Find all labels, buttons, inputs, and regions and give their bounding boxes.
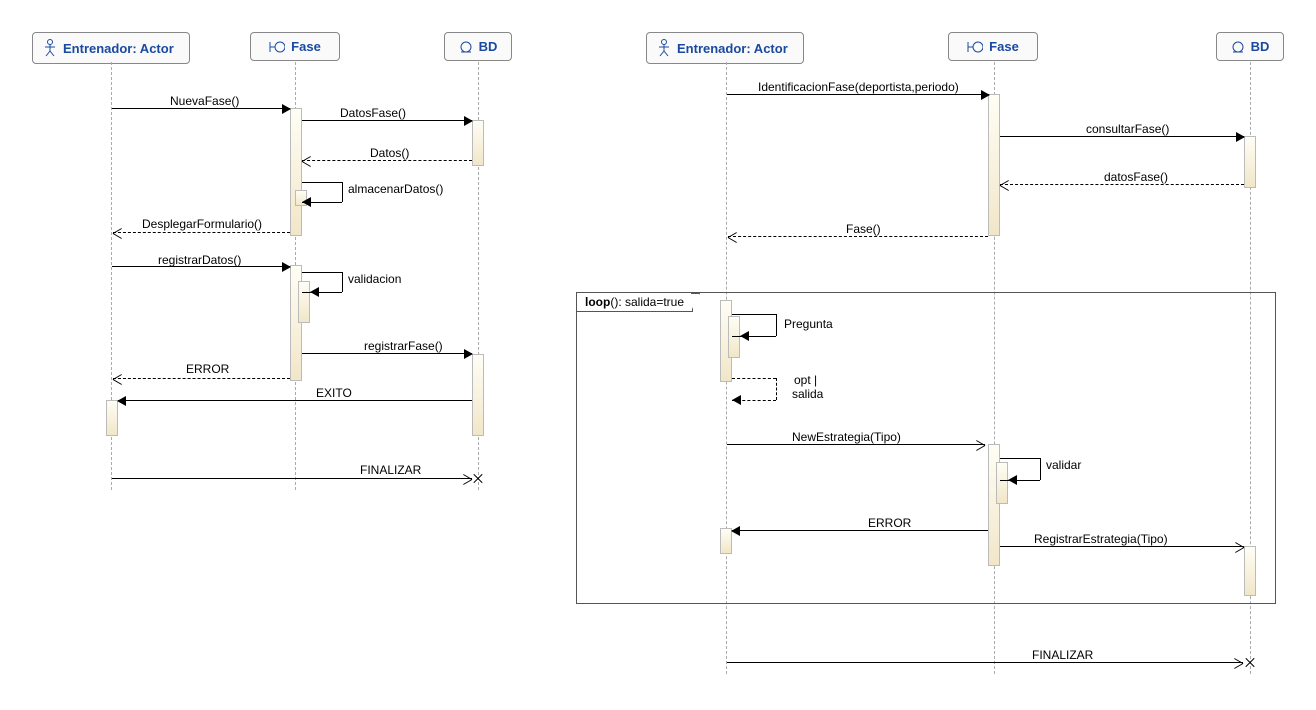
msg-label: DesplegarFormulario() (142, 217, 262, 231)
diagram-canvas: Entrenador: Actor Fase BD NuevaFase() Da… (0, 0, 1316, 710)
msg-arrow (727, 662, 1243, 663)
msg-arrow (118, 400, 472, 401)
fragment-loop: loop(): salida=true (576, 292, 1276, 604)
activation-bar (472, 354, 484, 436)
fragment-keyword: loop (585, 295, 610, 309)
self-message (302, 272, 342, 292)
msg-label: opt | (794, 373, 817, 387)
left-bd-label: BD (479, 39, 498, 54)
boundary-icon (269, 40, 285, 54)
actor-icon (43, 39, 57, 57)
msg-label: ERROR (186, 362, 229, 376)
activation-bar (290, 108, 302, 236)
activation-bar (1244, 136, 1256, 188)
actor-icon (657, 39, 671, 57)
msg-label: ERROR (868, 516, 911, 530)
right-boundary-fase: Fase (948, 32, 1038, 61)
msg-arrow (727, 444, 985, 445)
activation-bar (988, 94, 1000, 236)
msg-arrow (112, 478, 472, 479)
msg-arrow (728, 236, 988, 237)
left-entity-bd: BD (444, 32, 512, 61)
activation-bar (472, 120, 484, 166)
msg-label: FINALIZAR (360, 463, 421, 477)
right-actor-entrenador: Entrenador: Actor (646, 32, 804, 64)
destroy-cross (472, 472, 484, 484)
msg-arrow (302, 160, 472, 161)
msg-label: Datos() (370, 146, 409, 160)
destroy-cross (1244, 656, 1256, 668)
self-message (732, 378, 776, 400)
msg-label: NuevaFase() (170, 94, 239, 108)
right-entity-bd: BD (1216, 32, 1284, 61)
msg-arrow (113, 378, 290, 379)
msg-label: DatosFase() (340, 106, 406, 120)
msg-arrow (1000, 136, 1244, 137)
fragment-tag: loop(): salida=true (576, 292, 693, 312)
msg-label: validacion (348, 272, 401, 286)
msg-label: consultarFase() (1086, 122, 1169, 136)
msg-label: validar (1046, 458, 1081, 472)
left-actor-entrenador: Entrenador: Actor (32, 32, 190, 64)
msg-label: almacenarDatos() (348, 182, 443, 196)
msg-label: salida (792, 387, 823, 401)
right-fase-label: Fase (989, 39, 1019, 54)
msg-label: Fase() (846, 222, 881, 236)
msg-arrow (302, 120, 472, 121)
msg-arrow (727, 94, 989, 95)
msg-arrow (1000, 546, 1244, 547)
self-message (732, 314, 776, 336)
msg-arrow (732, 530, 988, 531)
msg-arrow (113, 232, 290, 233)
left-boundary-fase: Fase (250, 32, 340, 61)
fragment-guard: (): salida=true (610, 295, 684, 309)
boundary-icon (967, 40, 983, 54)
msg-label: NewEstrategia(Tipo) (792, 430, 901, 444)
self-message (1000, 458, 1040, 480)
msg-arrow (302, 353, 472, 354)
entity-icon (1231, 40, 1245, 54)
msg-label: datosFase() (1104, 170, 1168, 184)
msg-label: EXITO (316, 386, 352, 400)
msg-label: IdentificacionFase(deportista,periodo) (758, 80, 959, 94)
entity-icon (459, 40, 473, 54)
right-bd-label: BD (1251, 39, 1270, 54)
left-fase-label: Fase (291, 39, 321, 54)
left-actor-label: Entrenador: Actor (63, 41, 174, 56)
msg-arrow (112, 108, 290, 109)
msg-label: Pregunta (784, 317, 833, 331)
msg-label: registrarFase() (364, 339, 443, 353)
msg-label: RegistrarEstrategia(Tipo) (1034, 532, 1168, 546)
msg-label: FINALIZAR (1032, 648, 1093, 662)
msg-label: registrarDatos() (158, 253, 241, 267)
right-actor-label: Entrenador: Actor (677, 41, 788, 56)
msg-arrow (1000, 184, 1244, 185)
self-message (302, 182, 342, 202)
